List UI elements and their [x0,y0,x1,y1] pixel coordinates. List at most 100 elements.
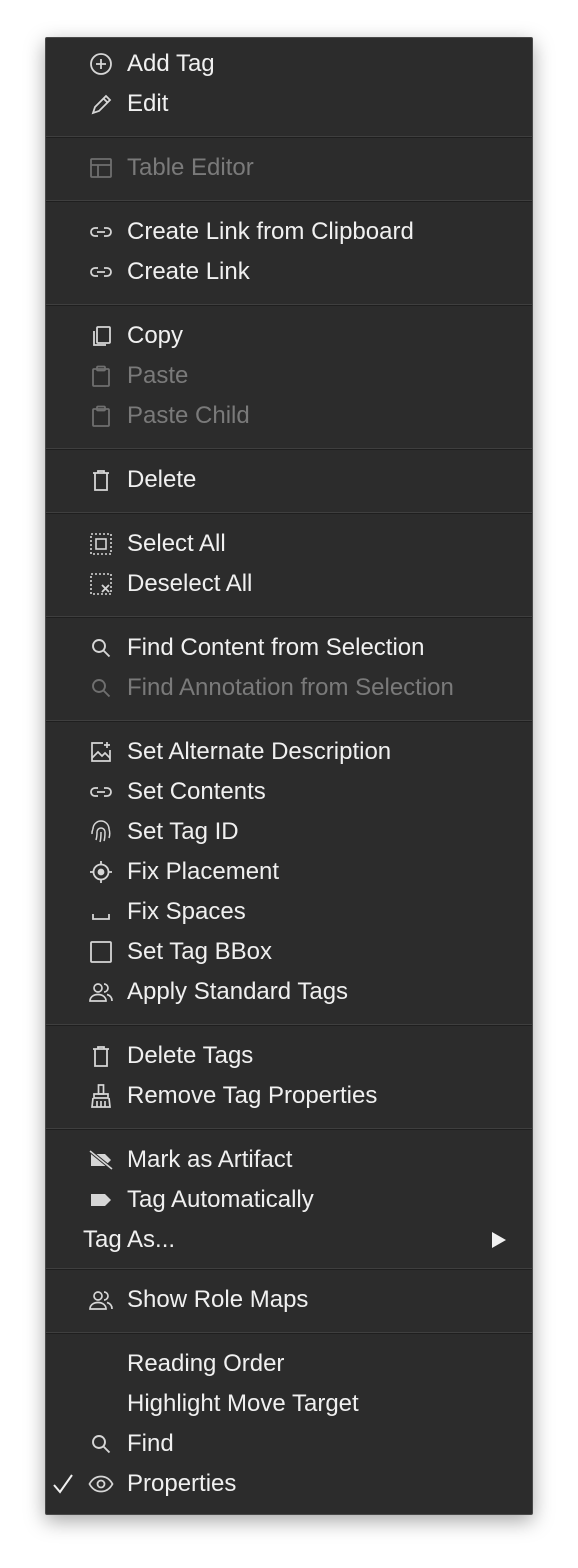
menu-item-remove-tag-properties[interactable]: Remove Tag Properties [46,1076,532,1116]
table-icon [88,156,114,180]
menu-item-label: Tag As... [83,1226,176,1253]
checkmark-icon [50,1471,76,1497]
menu-item-create-link[interactable]: Create Link [46,252,532,292]
menu-item-label: Deselect All [127,570,253,597]
menu-separator [46,720,532,722]
clipboard-icon [88,404,114,428]
menu-separator [46,616,532,618]
menu-item-tag-as[interactable]: Tag As... [46,1220,532,1260]
menu-item-mark-as-artifact[interactable]: Mark as Artifact [46,1140,532,1180]
menu-item-label: Delete [127,466,197,493]
menu-item-label: Apply Standard Tags [127,978,349,1005]
target-icon [88,860,114,884]
menu-item-label: Set Alternate Description [127,738,392,765]
plus-circle-icon [88,52,114,76]
menu-item-fix-spaces[interactable]: Fix Spaces [46,892,532,932]
menu-item-label: Edit [127,90,169,117]
menu-item-label: Properties [127,1470,237,1497]
menu-item-find-content-from-selection[interactable]: Find Content from Selection [46,628,532,668]
menu-item-label: Set Tag ID [127,818,239,845]
menu-separator [46,1024,532,1026]
menu-item-label: Paste Child [127,402,250,429]
menu-item-label: Paste [127,362,189,389]
deselect-icon [88,572,114,596]
image-add-icon [88,740,114,764]
menu-item-tag-automatically[interactable]: Tag Automatically [46,1180,532,1220]
link-icon [88,260,114,284]
menu-item-table-editor[interactable]: Table Editor [46,148,532,188]
link-icon [88,220,114,244]
tag-off-icon [88,1148,114,1172]
menu-item-deselect-all[interactable]: Deselect All [46,564,532,604]
broom-icon [88,1084,114,1108]
menu-item-edit[interactable]: Edit [46,84,532,124]
menu-item-label: Create Link from Clipboard [127,218,414,245]
menu-item-label: Show Role Maps [127,1286,309,1313]
pencil-icon [88,92,114,116]
menu-item-label: Fix Spaces [127,898,246,925]
menu-item-label: Find Content from Selection [127,634,425,661]
menu-item-paste[interactable]: Paste [46,356,532,396]
menu-item-delete-tags[interactable]: Delete Tags [46,1036,532,1076]
users-icon [88,980,114,1004]
search-icon [88,1432,114,1456]
trash-icon [88,468,114,492]
menu-separator [46,200,532,202]
menu-item-set-tag-bbox[interactable]: Set Tag BBox [46,932,532,972]
space-icon [88,900,114,924]
menu-item-apply-standard-tags[interactable]: Apply Standard Tags [46,972,532,1012]
menu-item-label: Find Annotation from Selection [127,674,454,701]
menu-item-label: Create Link [127,258,250,285]
menu-item-copy[interactable]: Copy [46,316,532,356]
menu-item-find[interactable]: Find [46,1424,532,1464]
menu-item-label: Select All [127,530,226,557]
menu-separator [46,1332,532,1334]
menu-separator [46,136,532,138]
menu-item-set-alternate-description[interactable]: Set Alternate Description [46,732,532,772]
menu-item-label: Mark as Artifact [127,1146,293,1173]
tag-icon [88,1188,114,1212]
users-icon [88,1288,114,1312]
fingerprint-icon [88,820,114,844]
menu-item-reading-order[interactable]: Reading Order [46,1344,532,1384]
submenu-arrow-icon [488,1229,510,1251]
menu-item-fix-placement[interactable]: Fix Placement [46,852,532,892]
menu-item-label: Remove Tag Properties [127,1082,378,1109]
menu-item-highlight-move-target[interactable]: Highlight Move Target [46,1384,532,1424]
context-menu: Add Tag Edit Table Editor Create Link fr… [45,37,533,1515]
menu-item-label: Highlight Move Target [127,1390,359,1417]
trash-icon [88,1044,114,1068]
menu-item-show-role-maps[interactable]: Show Role Maps [46,1280,532,1320]
eye-icon [88,1472,114,1496]
menu-item-find-annotation-from-selection[interactable]: Find Annotation from Selection [46,668,532,708]
search-icon [88,676,114,700]
copy-icon [88,324,114,348]
menu-item-label: Add Tag [127,50,215,77]
menu-item-add-tag[interactable]: Add Tag [46,44,532,84]
menu-item-set-tag-id[interactable]: Set Tag ID [46,812,532,852]
square-icon [88,940,114,964]
menu-item-label: Delete Tags [127,1042,254,1069]
menu-item-label: Copy [127,322,184,349]
menu-item-label: Find [127,1430,174,1457]
menu-item-label: Table Editor [127,154,254,181]
menu-item-create-link-from-clipboard[interactable]: Create Link from Clipboard [46,212,532,252]
link-icon [88,780,114,804]
clipboard-icon [88,364,114,388]
menu-item-properties[interactable]: Properties [46,1464,532,1504]
menu-separator [46,1128,532,1130]
menu-item-select-all[interactable]: Select All [46,524,532,564]
menu-item-label: Reading Order [127,1350,285,1377]
menu-item-label: Tag Automatically [127,1186,314,1213]
menu-item-label: Set Contents [127,778,266,805]
menu-separator [46,1268,532,1270]
search-icon [88,636,114,660]
menu-separator [46,512,532,514]
menu-item-delete[interactable]: Delete [46,460,532,500]
menu-separator [46,448,532,450]
menu-item-set-contents[interactable]: Set Contents [46,772,532,812]
menu-item-paste-child[interactable]: Paste Child [46,396,532,436]
menu-item-label: Set Tag BBox [127,938,272,965]
select-all-icon [88,532,114,556]
menu-item-label: Fix Placement [127,858,280,885]
